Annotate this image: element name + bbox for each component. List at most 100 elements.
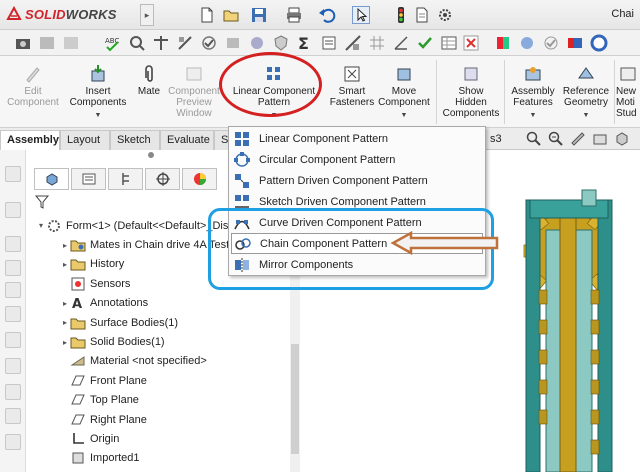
tab-evaluate[interactable]: Evaluate bbox=[160, 130, 214, 150]
tree-item-material[interactable]: Material <not specified> bbox=[26, 352, 288, 371]
tree-item-label: Sensors bbox=[90, 277, 131, 290]
strip-assembly-icon[interactable] bbox=[5, 202, 21, 218]
check-icon[interactable] bbox=[200, 34, 218, 52]
open-folder-icon[interactable] bbox=[222, 6, 240, 24]
chart-icon[interactable] bbox=[344, 34, 362, 52]
strip-resources-icon[interactable] bbox=[5, 408, 21, 424]
feature-tree-tab[interactable] bbox=[34, 168, 69, 190]
dimxpert-tab[interactable] bbox=[145, 168, 180, 190]
print-icon[interactable] bbox=[285, 6, 303, 24]
spellcheck-icon[interactable]: ABC bbox=[104, 34, 122, 52]
title-bar: SOLIDWORKS ▸ Chai bbox=[0, 0, 640, 30]
component-preview-window-button[interactable]: Component Preview Window bbox=[166, 64, 222, 119]
strip-drawing-icon[interactable] bbox=[5, 236, 21, 252]
expand-arrow-icon[interactable]: ▸ bbox=[60, 260, 70, 269]
hole-alignment-icon[interactable] bbox=[248, 34, 266, 52]
tree-item-front-plane[interactable]: Front Plane bbox=[26, 371, 288, 390]
strip-custom-icon[interactable] bbox=[5, 358, 21, 374]
tree-item-imported1[interactable]: Imported1 bbox=[26, 449, 288, 468]
menu-item-circular-pattern[interactable]: Circular Component Pattern bbox=[231, 149, 483, 170]
move-component-caret-icon[interactable]: ▼ bbox=[376, 110, 432, 121]
new-motion-study-button[interactable]: New Moti Stud bbox=[616, 64, 640, 119]
tree-item-right-plane[interactable]: Right Plane bbox=[26, 410, 288, 429]
measure-icon[interactable] bbox=[128, 34, 146, 52]
green-check-icon[interactable] bbox=[416, 34, 434, 52]
image-icon[interactable] bbox=[38, 34, 56, 52]
display-icon[interactable] bbox=[518, 34, 536, 52]
tab-layout[interactable]: Layout bbox=[60, 130, 110, 150]
panel-grip[interactable] bbox=[148, 152, 154, 158]
scrollbar-thumb[interactable] bbox=[291, 344, 299, 454]
strip-library-icon[interactable] bbox=[5, 260, 21, 276]
zoom-to-fit-icon[interactable] bbox=[526, 131, 542, 147]
strip-explorer-icon[interactable] bbox=[5, 282, 21, 298]
red-x-icon[interactable] bbox=[462, 34, 480, 52]
strip-forum-icon[interactable] bbox=[5, 384, 21, 400]
configuration-manager-tab[interactable] bbox=[108, 168, 143, 190]
red-blue-icon[interactable] bbox=[566, 34, 584, 52]
expand-arrow-icon[interactable]: ▸ bbox=[60, 338, 70, 347]
menu-expand-arrow[interactable]: ▸ bbox=[140, 4, 154, 26]
previous-view-icon[interactable] bbox=[570, 131, 586, 147]
tab-sketch[interactable]: Sketch bbox=[110, 130, 160, 150]
tree-item-top-plane[interactable]: Top Plane bbox=[26, 391, 288, 410]
strip-part-icon[interactable] bbox=[5, 166, 21, 182]
section-properties-icon[interactable] bbox=[176, 34, 194, 52]
menu-item-pattern-driven[interactable]: Pattern Driven Component Pattern bbox=[231, 170, 483, 191]
file-properties-icon[interactable] bbox=[413, 6, 431, 24]
reference-geometry-caret-icon[interactable]: ▼ bbox=[560, 110, 612, 121]
insert-components-caret-icon[interactable]: ▼ bbox=[66, 110, 130, 121]
select-cursor-icon[interactable] bbox=[352, 6, 370, 24]
tree-item-origin[interactable]: Origin bbox=[26, 429, 288, 448]
filter-icon[interactable] bbox=[34, 194, 52, 210]
camera-icon[interactable] bbox=[14, 34, 32, 52]
display-manager-tab[interactable] bbox=[182, 168, 217, 190]
mass-properties-icon[interactable] bbox=[152, 34, 170, 52]
view-orientation-icon[interactable] bbox=[614, 131, 630, 147]
assembly-features-button[interactable]: Assembly Features ▼ bbox=[508, 64, 558, 121]
image2-icon[interactable] bbox=[62, 34, 80, 52]
expand-arrow-icon[interactable]: ▸ bbox=[60, 318, 70, 327]
help-lifebuoy-icon[interactable] bbox=[590, 34, 608, 52]
traffic-light-icon[interactable] bbox=[392, 6, 410, 24]
reference-geometry-button[interactable]: Reference Geometry ▼ bbox=[560, 64, 612, 121]
strip-more-icon[interactable] bbox=[5, 434, 21, 450]
assembly-features-caret-icon[interactable]: ▼ bbox=[508, 110, 558, 121]
collapse-arrow-icon[interactable]: ▾ bbox=[36, 221, 46, 230]
tab-assembly[interactable]: Assembly bbox=[0, 130, 60, 150]
property-manager-tab[interactable] bbox=[71, 168, 106, 190]
save-icon[interactable] bbox=[250, 6, 268, 24]
tree-item-surface-bodies[interactable]: ▸ Surface Bodies(1) bbox=[26, 313, 288, 332]
assembly-features-label: Assembly Features bbox=[511, 86, 555, 108]
show-hidden-components-button[interactable]: Show Hidden Components bbox=[440, 64, 502, 119]
move-component-button[interactable]: Move Component ▼ bbox=[376, 64, 432, 121]
smart-fasteners-button[interactable]: Smart Fasteners bbox=[328, 64, 376, 108]
section-view-icon[interactable] bbox=[592, 131, 608, 147]
checkbox-icon[interactable] bbox=[542, 34, 560, 52]
mate-button[interactable]: Mate bbox=[134, 64, 164, 97]
expand-arrow-icon[interactable]: ▸ bbox=[60, 241, 70, 250]
sketch-grid-icon[interactable] bbox=[368, 34, 386, 52]
menu-item-label: Sketch Driven Component Pattern bbox=[259, 195, 426, 208]
tab-partial-right[interactable]: s3 bbox=[484, 130, 502, 150]
strip-appearance-icon[interactable] bbox=[5, 332, 21, 348]
expand-arrow-icon[interactable]: ▸ bbox=[60, 299, 70, 308]
insert-components-button[interactable]: Insert Components ▼ bbox=[66, 64, 130, 121]
shield-icon[interactable] bbox=[272, 34, 290, 52]
bom-icon[interactable] bbox=[320, 34, 338, 52]
new-document-icon[interactable] bbox=[198, 6, 216, 24]
strip-palette-icon[interactable] bbox=[5, 306, 21, 322]
tree-item-solid-bodies[interactable]: ▸ Solid Bodies(1) bbox=[26, 332, 288, 351]
options-gear-icon[interactable] bbox=[436, 6, 454, 24]
interference-icon[interactable] bbox=[224, 34, 242, 52]
menu-item-linear-pattern[interactable]: Linear Component Pattern bbox=[231, 128, 483, 149]
undo-icon[interactable] bbox=[318, 6, 336, 24]
edit-component-button[interactable]: Edit Component bbox=[4, 64, 62, 108]
sum-icon[interactable]: Σ bbox=[296, 34, 314, 52]
table-icon[interactable] bbox=[440, 34, 458, 52]
color-tool-icon[interactable] bbox=[494, 34, 512, 52]
tree-item-annotations[interactable]: ▸ A Annotations bbox=[26, 294, 288, 313]
tree-root-label: Form<1> (Default<<Default>_Dis bbox=[66, 219, 229, 232]
zoom-area-icon[interactable] bbox=[548, 131, 564, 147]
axis-icon[interactable] bbox=[392, 34, 410, 52]
